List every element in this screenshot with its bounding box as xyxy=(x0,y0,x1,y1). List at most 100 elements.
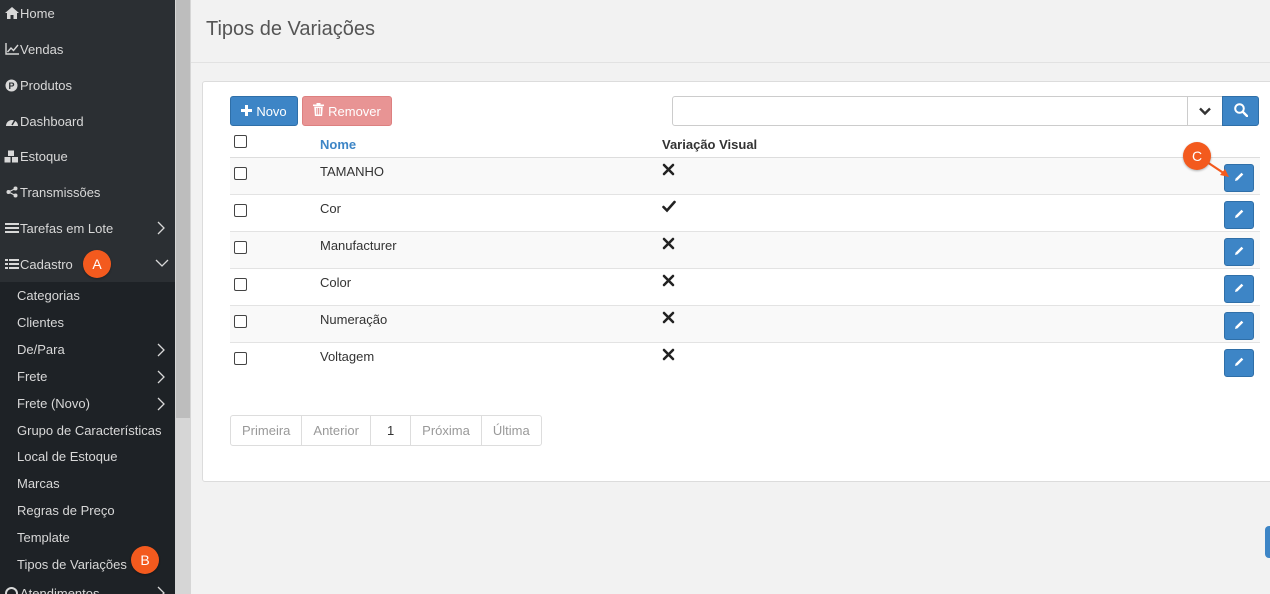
home-icon xyxy=(4,7,19,20)
annotation-badge-c: C xyxy=(1183,142,1211,170)
submenu-item-marcas[interactable]: Marcas xyxy=(0,470,175,497)
row-checkbox[interactable] xyxy=(234,167,247,180)
row-checkbox[interactable] xyxy=(234,352,247,365)
sidebar-item-home[interactable]: Home xyxy=(0,0,175,31)
search-options-dropdown[interactable] xyxy=(1187,96,1223,126)
submenu-item-clientes[interactable]: Clientes xyxy=(0,309,175,336)
chart-line-icon xyxy=(4,43,19,56)
row-checkbox[interactable] xyxy=(234,315,247,328)
pencil-icon xyxy=(1233,282,1245,297)
sidebar-item-dashboard[interactable]: Dashboard xyxy=(0,103,175,139)
submenu-item-frete[interactable]: Frete xyxy=(0,363,175,390)
submenu-item-frete-novo[interactable]: Frete (Novo) xyxy=(0,390,175,417)
row-name: Manufacturer xyxy=(320,238,397,253)
search-button[interactable] xyxy=(1222,96,1259,126)
edit-button[interactable] xyxy=(1224,312,1254,340)
chevron-down-icon xyxy=(1199,104,1211,119)
submenu-item-label: Grupo de Características xyxy=(17,423,162,438)
cross-icon xyxy=(662,163,676,177)
sidebar-item-transmissoes[interactable]: Transmissões xyxy=(0,174,175,210)
title-divider xyxy=(191,62,1270,63)
remove-button-label: Remover xyxy=(328,103,381,119)
submenu-item-label: Tipos de Variações xyxy=(17,557,127,572)
sidebar-item-vendas[interactable]: Vendas xyxy=(0,31,175,67)
submenu-item-label: Frete xyxy=(17,369,48,384)
table-row: Numeração xyxy=(230,306,1260,343)
new-button-label: Novo xyxy=(256,103,287,119)
content-panel: Novo Remover Nome Variação Visual TAMANH… xyxy=(202,81,1270,482)
pencil-icon xyxy=(1233,319,1245,334)
submenu-item-label: Clientes xyxy=(17,315,64,330)
sidebar-scrollbar[interactable] xyxy=(175,0,191,594)
pagination-last[interactable]: Última xyxy=(482,416,541,445)
sidebar-item-label: Dashboard xyxy=(20,113,84,129)
submenu-item-label: Local de Estoque xyxy=(17,449,118,464)
list-icon xyxy=(4,258,19,271)
sidebar-item-label: Transmissões xyxy=(20,184,101,200)
share-icon xyxy=(4,186,19,199)
row-name: Color xyxy=(320,275,352,290)
pagination-first[interactable]: Primeira xyxy=(231,416,303,445)
submenu-item-label: Regras de Preço xyxy=(17,503,115,518)
pagination-current-page[interactable]: 1 xyxy=(371,416,412,445)
sidebar-item-label: Tarefas em Lote xyxy=(20,220,114,236)
sidebar-item-atendimentos[interactable]: Atendimentos xyxy=(0,575,175,594)
floating-help-tab[interactable] xyxy=(1265,526,1270,558)
row-name: Voltagem xyxy=(320,349,375,364)
column-header-name[interactable]: Nome xyxy=(320,137,356,152)
submenu-item-label: Frete (Novo) xyxy=(17,396,90,411)
edit-button[interactable] xyxy=(1224,275,1254,303)
sidebar-item-label: Home xyxy=(20,5,55,21)
sidebar-item-label: Vendas xyxy=(20,41,64,57)
row-checkbox[interactable] xyxy=(234,241,247,254)
cross-icon xyxy=(662,274,676,288)
chevron-right-icon xyxy=(155,343,167,357)
trash-icon xyxy=(313,103,325,119)
remove-button[interactable]: Remover xyxy=(302,96,392,126)
submenu-item-label: De/Para xyxy=(17,342,65,357)
row-checkbox[interactable] xyxy=(234,204,247,217)
table-row: Cor xyxy=(230,195,1260,232)
dashboard-icon xyxy=(4,115,19,128)
chevron-right-icon xyxy=(155,586,167,594)
annotation-badge-b: B xyxy=(131,546,159,574)
submenu-item-regras-de-preco[interactable]: Regras de Preço xyxy=(0,497,175,524)
submenu-item-local-de-estoque[interactable]: Local de Estoque xyxy=(0,443,175,470)
sidebar: Home Vendas P Produtos Dashboard Estoque… xyxy=(0,0,175,594)
pagination-previous[interactable]: Anterior xyxy=(302,416,371,445)
sidebar-item-tarefas-em-lote[interactable]: Tarefas em Lote xyxy=(0,210,175,246)
new-button[interactable]: Novo xyxy=(230,96,298,126)
edit-button[interactable] xyxy=(1224,238,1254,266)
annotation-arrow xyxy=(1206,161,1229,177)
submenu-item-label: Template xyxy=(17,530,70,545)
submenu-item-label: Marcas xyxy=(17,476,60,491)
pagination-next[interactable]: Próxima xyxy=(411,416,482,445)
page-title: Tipos de Variações xyxy=(206,18,375,40)
cross-icon xyxy=(662,348,676,362)
submenu-item-de-para[interactable]: De/Para xyxy=(0,336,175,363)
submenu-item-grupo-de-caracteristicas[interactable]: Grupo de Características xyxy=(0,417,175,444)
pagination: Primeira Anterior 1 Próxima Última xyxy=(230,415,542,446)
chevron-down-icon xyxy=(155,257,169,271)
cross-icon xyxy=(662,237,676,251)
pencil-icon xyxy=(1233,356,1245,371)
row-name: Numeração xyxy=(320,312,388,327)
check-icon xyxy=(662,200,676,214)
chevron-right-icon xyxy=(155,370,167,384)
row-checkbox[interactable] xyxy=(234,278,247,291)
svg-text:P: P xyxy=(8,80,14,90)
chevron-right-icon xyxy=(155,397,167,411)
sidebar-item-estoque[interactable]: Estoque xyxy=(0,138,175,174)
sidebar-item-produtos[interactable]: P Produtos xyxy=(0,67,175,103)
row-name: Cor xyxy=(320,201,341,216)
edit-button[interactable] xyxy=(1224,349,1254,377)
product-icon: P xyxy=(4,79,19,92)
search-input[interactable] xyxy=(672,96,1188,126)
pencil-icon xyxy=(1233,245,1245,260)
search-icon xyxy=(1233,102,1248,120)
submenu-item-categorias[interactable]: Categorias xyxy=(0,282,175,309)
sidebar-scrollbar-thumb[interactable] xyxy=(176,0,190,418)
select-all-checkbox[interactable] xyxy=(234,135,247,148)
sidebar-item-label: Atendimentos xyxy=(20,585,100,594)
edit-button[interactable] xyxy=(1224,201,1254,229)
